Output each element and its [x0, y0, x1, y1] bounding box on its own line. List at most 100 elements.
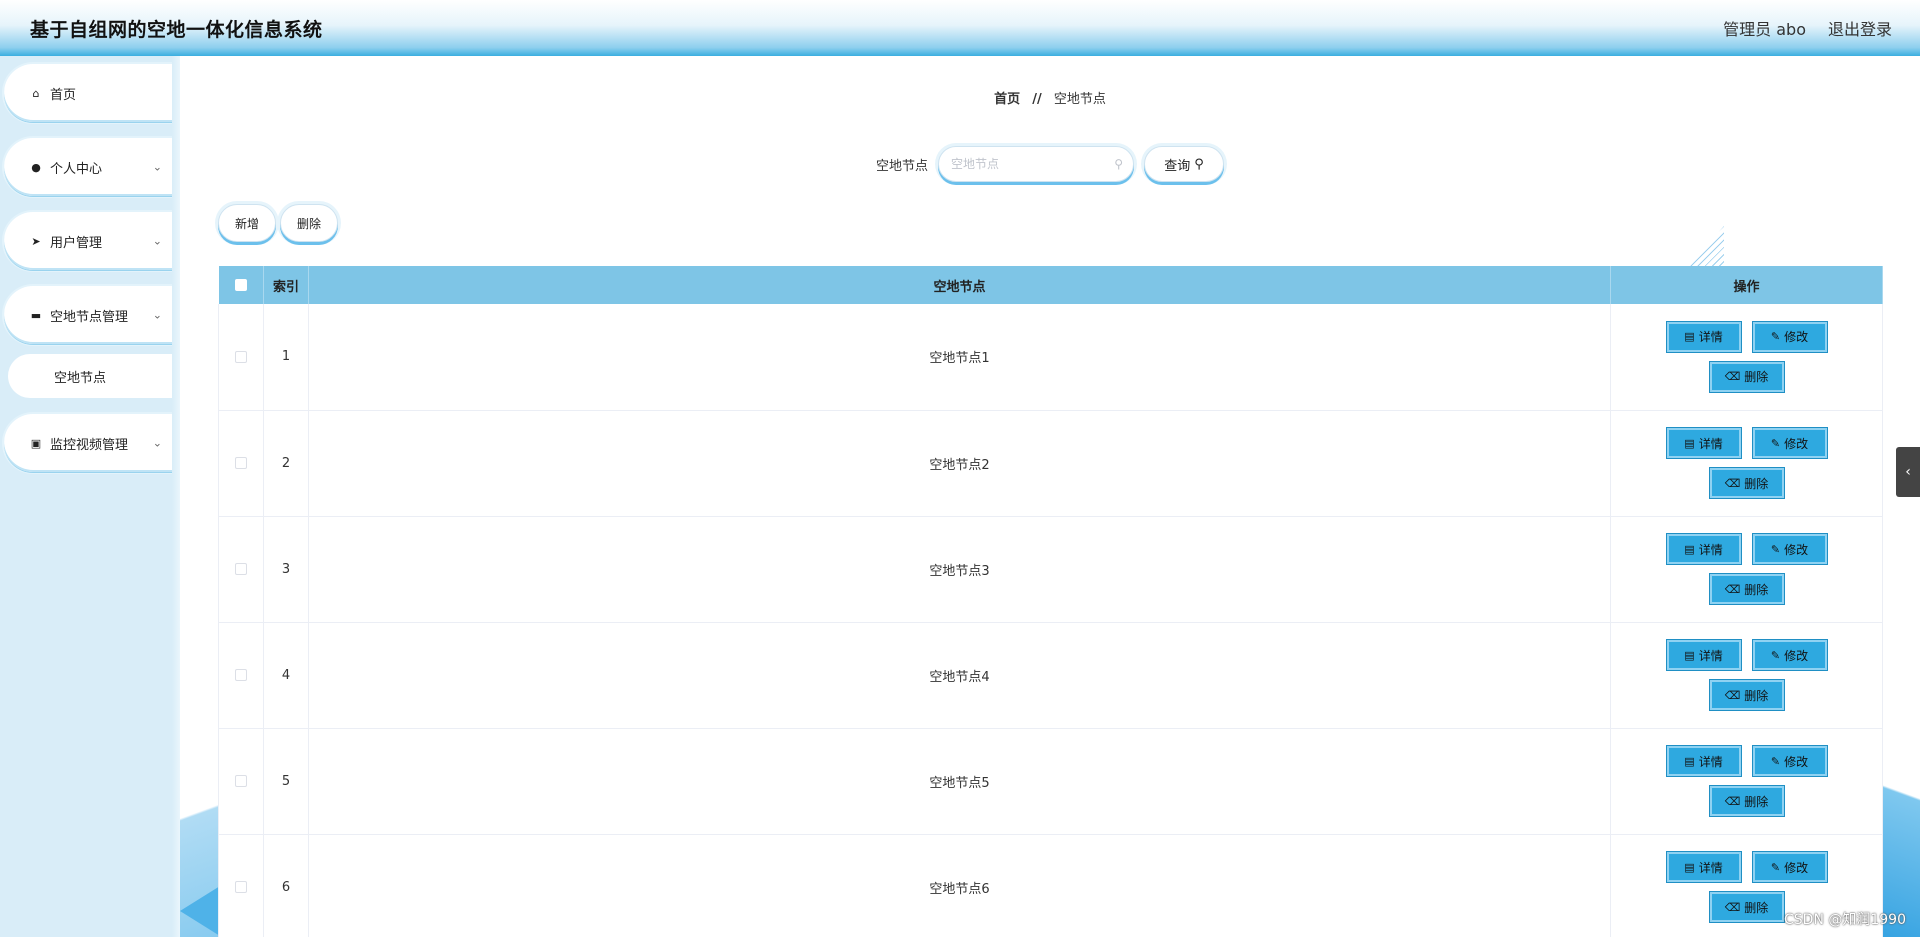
row-index: 5: [263, 728, 309, 835]
delete-button[interactable]: ⌫ 删除: [1709, 786, 1784, 816]
row-index: 1: [263, 304, 309, 411]
document-icon: ▤: [1684, 330, 1695, 344]
row-select-cell: [218, 410, 264, 517]
row-node-name: 空地节点4: [308, 622, 1611, 729]
edit-button[interactable]: ✎ 修改: [1752, 746, 1827, 776]
column-header-name: 空地节点: [308, 266, 1611, 304]
sidebar-subitem-nodes[interactable]: 空地节点: [8, 354, 172, 398]
row-index: 3: [263, 516, 309, 623]
search-bar: 空地节点 ⚲ 查询 ⚲: [180, 146, 1920, 182]
batch-delete-button[interactable]: 删除: [280, 204, 338, 242]
detail-button[interactable]: ▤ 详情: [1666, 640, 1741, 670]
sidebar-item-video-management[interactable]: ▣ 监控视频管理 ⌄: [4, 414, 172, 472]
delete-label: 删除: [1744, 370, 1769, 385]
main-content: 首页 // 空地节点 空地节点 ⚲ 查询 ⚲ 新增 删除 索引 空地节点: [180, 56, 1920, 937]
breadcrumb-current: 空地节点: [1053, 92, 1106, 107]
clipboard-icon: ▣: [30, 436, 42, 450]
trash-icon: ⌫: [1724, 688, 1741, 702]
breadcrumb-home[interactable]: 首页: [994, 92, 1020, 107]
trash-icon: ⌫: [1724, 794, 1741, 808]
row-checkbox[interactable]: [235, 669, 247, 681]
edit-button[interactable]: ✎ 修改: [1752, 321, 1827, 352]
chevron-down-icon: ⌄: [152, 160, 162, 174]
row-node-name: 空地节点5: [308, 728, 1611, 835]
row-node-name: 空地节点2: [308, 410, 1611, 517]
row-select-cell: [218, 304, 264, 411]
document-icon: ▤: [1684, 542, 1695, 556]
edit-label: 修改: [1784, 860, 1809, 875]
row-checkbox[interactable]: [235, 881, 247, 893]
detail-button[interactable]: ▤ 详情: [1666, 852, 1741, 882]
chevron-down-icon: ⌄: [152, 234, 162, 248]
detail-button[interactable]: ▤ 详情: [1666, 746, 1741, 776]
edit-button[interactable]: ✎ 修改: [1752, 640, 1827, 670]
edit-label: 修改: [1784, 330, 1809, 345]
search-input[interactable]: [951, 157, 1115, 171]
edit-label: 修改: [1784, 648, 1809, 663]
send-icon: ➤: [31, 234, 41, 248]
sidebar-item-node-management[interactable]: ▬ 空地节点管理 ⌄: [4, 286, 172, 344]
sidebar: ⌂ 首页 ● 个人中心 ⌄ ➤ 用户管理 ⌄ ▬ 空地节点管理 ⌄ 空地节点 ▣…: [0, 56, 180, 937]
edit-button[interactable]: ✎ 修改: [1752, 852, 1827, 882]
sidebar-item-label: 空地节点管理: [50, 309, 129, 325]
column-header-ops: 操作: [1610, 266, 1883, 304]
detail-button[interactable]: ▤ 详情: [1666, 428, 1741, 458]
breadcrumb: 首页 // 空地节点: [180, 88, 1920, 107]
row-select-cell: [218, 728, 264, 835]
sidebar-item-personal-center[interactable]: ● 个人中心 ⌄: [4, 138, 172, 196]
delete-label: 删除: [1744, 582, 1769, 597]
logout-link[interactable]: 退出登录: [1828, 16, 1892, 40]
trash-icon: ⌫: [1724, 900, 1741, 914]
edit-icon: ✎: [1770, 436, 1781, 450]
sidebar-item-user-management[interactable]: ➤ 用户管理 ⌄: [4, 212, 172, 270]
edit-label: 修改: [1784, 754, 1809, 769]
detail-label: 详情: [1698, 860, 1723, 875]
detail-label: 详情: [1698, 754, 1723, 769]
add-button[interactable]: 新增: [218, 204, 276, 242]
node-table: 索引 空地节点 操作 1 空地节点1 ▤ 详情 ✎ 修改 ⌫ 删除 2 空地节点2 ▤ 详情 ✎ 修改 ⌫ 删…: [218, 266, 1883, 937]
edit-button[interactable]: ✎ 修改: [1752, 534, 1827, 564]
chevron-down-icon: ⌄: [152, 436, 162, 450]
edit-button[interactable]: ✎ 修改: [1752, 428, 1827, 458]
delete-button[interactable]: ⌫ 删除: [1709, 680, 1784, 710]
sidebar-item-label: 首页: [50, 87, 77, 103]
edit-icon: ✎: [1770, 648, 1781, 662]
query-button[interactable]: 查询 ⚲: [1144, 146, 1224, 182]
detail-button[interactable]: ▤ 详情: [1666, 534, 1741, 564]
row-checkbox[interactable]: [235, 350, 247, 363]
edit-icon: ✎: [1770, 754, 1781, 768]
delete-button[interactable]: ⌫ 删除: [1709, 468, 1784, 498]
query-button-label: 查询: [1164, 158, 1191, 174]
row-checkbox[interactable]: [235, 775, 247, 787]
row-ops-cell: ▤ 详情 ✎ 修改 ⌫ 删除: [1610, 622, 1883, 729]
search-label: 空地节点: [875, 158, 928, 174]
table-row: 4 空地节点4 ▤ 详情 ✎ 修改 ⌫ 删除: [218, 622, 1883, 729]
delete-button[interactable]: ⌫ 删除: [1709, 574, 1784, 604]
row-select-cell: [218, 516, 264, 623]
sidebar-item-label: 用户管理: [50, 235, 103, 251]
sidebar-item-home[interactable]: ⌂ 首页: [4, 64, 172, 122]
row-checkbox[interactable]: [235, 563, 247, 575]
trash-icon: ⌫: [1724, 476, 1741, 490]
collapse-panel-toggle[interactable]: ‹: [1896, 447, 1920, 497]
search-icon: ⚲: [1194, 156, 1204, 172]
search-box[interactable]: ⚲: [938, 146, 1134, 182]
row-index: 4: [263, 622, 309, 729]
select-all-checkbox[interactable]: [234, 279, 247, 291]
chevron-left-icon: ‹: [1905, 464, 1911, 480]
row-ops-cell: ▤ 详情 ✎ 修改 ⌫ 删除: [1610, 516, 1883, 623]
row-ops-cell: ▤ 详情 ✎ 修改 ⌫ 删除: [1610, 304, 1883, 411]
decoration-hatch: [1688, 226, 1724, 268]
sidebar-item-label: 监控视频管理: [50, 437, 129, 453]
delete-button[interactable]: ⌫ 删除: [1709, 892, 1784, 922]
row-checkbox[interactable]: [235, 457, 247, 469]
briefcase-icon: ▬: [30, 308, 42, 322]
delete-label: 删除: [1744, 688, 1769, 703]
edit-icon: ✎: [1770, 330, 1781, 344]
watermark: CSDN @知润1990: [1784, 912, 1906, 928]
admin-user-label: 管理员 abo: [1723, 20, 1806, 39]
row-node-name: 空地节点6: [308, 834, 1611, 937]
detail-button[interactable]: ▤ 详情: [1666, 321, 1741, 352]
search-icon: ⚲: [1114, 157, 1123, 171]
delete-button[interactable]: ⌫ 删除: [1709, 361, 1784, 392]
